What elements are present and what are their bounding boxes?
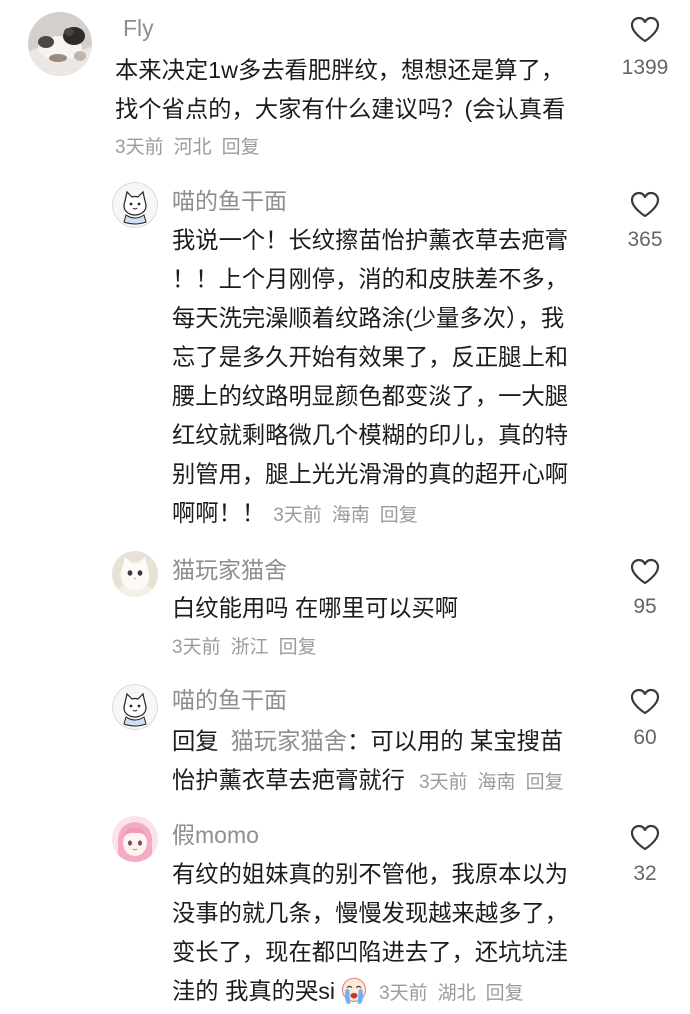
like-button[interactable] [630, 191, 660, 218]
comment-text-line: 变长了，现在都凹陷进去了，还坑坑洼 [172, 939, 569, 965]
reply-button[interactable]: 回复 [380, 505, 418, 526]
heart-outline-icon [630, 688, 660, 715]
avatar[interactable] [112, 182, 158, 228]
comment-text: 我说一个！长纹擦苗怡护薰衣草去疤膏 ！！上个月刚停，消的和皮肤差不多， 每天洗完… [172, 221, 568, 533]
reply-button[interactable]: 回复 [486, 983, 524, 1004]
crying-face-emoji [339, 976, 369, 1006]
comment-text-line: 每天洗完澡顺着纹路涂(少量多次），我 [172, 305, 565, 331]
avatar-image [112, 684, 158, 730]
comment-time: 3天前 [418, 772, 468, 793]
comment-location: 河北 [173, 137, 212, 158]
like-count: 95 [633, 595, 657, 618]
like-button[interactable] [630, 688, 660, 715]
crying-face-icon [341, 977, 367, 1004]
comment-text-line: 红纹就剩略微几个模糊的印儿，真的特 [172, 422, 569, 448]
username[interactable]: 喵的鱼干面 [172, 686, 287, 714]
comment-meta: 3天前 海南 回复 [273, 505, 418, 526]
username[interactable]: 猫玩家猫舍 [172, 556, 287, 584]
comment-location: 海南 [331, 505, 370, 526]
like-count: 60 [633, 726, 657, 749]
comment-text-fragment: ：可以用的 某宝搜苗 [347, 728, 564, 754]
comment-text-line: 我说一个！长纹擦苗怡护薰衣草去疤膏 [172, 227, 569, 253]
reply-to-username[interactable]: 猫玩家猫舍 [231, 728, 347, 754]
comment-text-line: 有纹的姐妹真的别不管他，我原本以为 [172, 861, 569, 887]
like-count: 1399 [621, 56, 669, 79]
comment-meta: 3天前 湖北 回复 [379, 983, 524, 1004]
comment-location: 湖北 [437, 983, 476, 1004]
comment-text: 白纹能用吗 在哪里可以买啊 [172, 589, 458, 628]
comment-text-line-last: 怡护薰衣草去疤膏就行 3天前 海南 回复 [172, 761, 564, 800]
username[interactable]: 喵的鱼干面 [172, 187, 287, 215]
like-button[interactable] [630, 824, 660, 851]
comment-text: 有纹的姐妹真的别不管他，我原本以为 没事的就几条，慢慢发现越来越多了， 变长了，… [172, 855, 568, 1011]
comment-meta: 3天前 浙江 回复 [172, 636, 317, 660]
comment-text-line: 白纹能用吗 在哪里可以买啊 [172, 595, 459, 621]
comment-text-fragment: 啊啊！！ [172, 500, 266, 526]
comment-text-line: 本来决定1w多去看肥胖纹，想想还是算了， [115, 57, 565, 83]
avatar-image [112, 182, 158, 228]
reply-button[interactable]: 回复 [526, 772, 564, 793]
avatar-image [28, 12, 92, 76]
comment-time: 3天前 [115, 137, 164, 158]
comment-location: 浙江 [230, 637, 269, 658]
avatar[interactable] [112, 684, 158, 730]
comment-text: 本来决定1w多去看肥胖纹，想想还是算了， 找个省点的，大家有什么建议吗？(会认真… [115, 51, 565, 129]
comment-text-line: 别管用，腿上光光滑滑的真的超开心啊 [172, 461, 569, 487]
comment-text-line: 腰上的纹路明显颜色都变淡了，一大腿 [172, 383, 569, 409]
username[interactable]: Fly [123, 14, 154, 42]
comment-meta: 3天前 海南 回复 [419, 772, 564, 793]
comment-text-line: 没事的就几条，慢慢发现越来越多了， [172, 900, 569, 926]
comment-text: 回复 猫玩家猫舍：可以用的 某宝搜苗 怡护薰衣草去疤膏就行 3天前 海南 回复 [172, 722, 564, 800]
heart-outline-icon [630, 558, 660, 585]
reply-prefix: 回复 [172, 728, 219, 754]
comment-text-line: 忘了是多久开始有效果了，反正腿上和 [172, 344, 569, 370]
comment-time: 3天前 [172, 637, 221, 658]
comment-time: 3天前 [379, 983, 428, 1004]
like-button[interactable] [630, 558, 660, 585]
comment-text-fragment: 怡护薰衣草去疤膏就行 [172, 767, 405, 793]
comment-text-line-last: 洼的 我真的哭si 3天前 湖北 回复 [172, 972, 568, 1011]
reply-button[interactable]: 回复 [279, 637, 317, 658]
reply-button[interactable]: 回复 [222, 137, 260, 158]
heart-outline-icon [630, 824, 660, 851]
avatar-image [112, 551, 158, 597]
like-count: 365 [627, 228, 663, 251]
comment-text-line: 找个省点的，大家有什么建议吗？(会认真看 [115, 96, 566, 122]
avatar[interactable] [112, 551, 158, 597]
comment-location: 海南 [477, 772, 516, 793]
avatar[interactable] [112, 816, 158, 862]
comment-time: 3天前 [273, 505, 322, 526]
comment-text-line: 回复 猫玩家猫舍：可以用的 某宝搜苗 [172, 722, 564, 761]
comment-text-line: ！！上个月刚停，消的和皮肤差不多， [172, 266, 569, 292]
like-count: 32 [633, 862, 657, 885]
heart-outline-icon [630, 16, 660, 43]
avatar-image [112, 816, 158, 862]
comment-text-fragment: 洼的 我真的哭si [172, 978, 336, 1004]
like-button[interactable] [630, 16, 660, 43]
comment-text-line-last: 啊啊！！ 3天前 海南 回复 [172, 494, 568, 533]
comment-meta: 3天前 河北 回复 [115, 136, 260, 160]
heart-outline-icon [630, 191, 660, 218]
username[interactable]: 假momo [172, 821, 259, 849]
avatar[interactable] [28, 12, 92, 76]
